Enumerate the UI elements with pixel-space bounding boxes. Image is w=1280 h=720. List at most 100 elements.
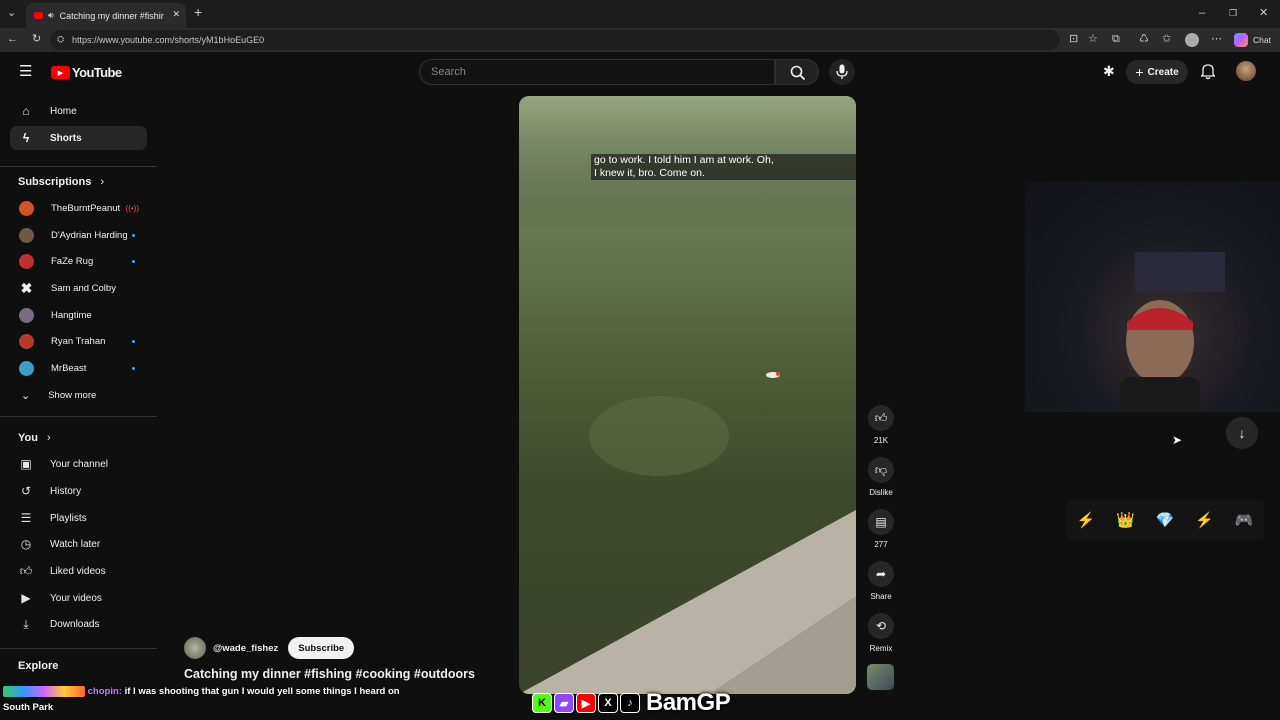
split-screen-icon[interactable]: ⊡ (1069, 34, 1078, 45)
sidebar-divider (0, 166, 157, 167)
plus-icon: + (1135, 64, 1144, 80)
chevron-right-icon: › (47, 432, 51, 444)
remix-action[interactable]: ⟲ Remix (868, 613, 894, 653)
video-icon: ▶ (21, 591, 31, 605)
dislike-label: Dislike (869, 488, 893, 497)
like-count: 21K (873, 436, 889, 445)
search-input[interactable]: Search (419, 59, 775, 85)
close-tab-icon[interactable]: ✕ (172, 9, 180, 20)
subscription-name: FaZe Rug (51, 255, 94, 267)
browser-tab[interactable]: 🔊︎ Catching my dinner #fishing ✕ (26, 3, 186, 28)
subscribe-button[interactable]: Subscribe (288, 637, 355, 659)
subscription-item[interactable]: Ryan Trahan (10, 330, 147, 352)
like-button[interactable]: 👍︎ (868, 405, 894, 431)
tiktok-icon: ♪ (620, 693, 640, 713)
extensions-icon[interactable]: ⧉ (1112, 34, 1120, 45)
voice-search-button[interactable] (829, 59, 855, 85)
sound-thumbnail[interactable] (867, 664, 894, 690)
subscription-item[interactable]: ✖ Sam and Colby (10, 277, 147, 299)
you-heading-label: You (18, 432, 38, 444)
close-window-icon[interactable]: ✕ (1259, 8, 1268, 19)
streamer-brand-bar: K ▰ ▶ X ♪ BamGP (532, 689, 731, 716)
account-avatar[interactable] (1236, 61, 1256, 81)
share-button[interactable]: ➦ (868, 561, 894, 587)
reward-crown-icon[interactable]: 👑 (1116, 511, 1135, 529)
sidebar-item-label: Your channel (50, 458, 109, 470)
sidebar-item-downloads[interactable]: ⤓ Downloads (10, 612, 147, 636)
site-info-icon[interactable]: ⛭ (57, 34, 64, 45)
comment-count: 277 (874, 540, 888, 549)
channel-avatar (19, 253, 34, 269)
sidebar: ⌂ Home ϟ Shorts Subscriptions › TheBurnt… (0, 92, 157, 720)
chat-username: chopin: (87, 686, 122, 697)
subscription-item[interactable]: Hangtime (10, 304, 147, 326)
subscription-item[interactable]: MrBeast (10, 357, 147, 379)
you-heading[interactable]: You › (18, 432, 51, 444)
back-icon[interactable]: ← (7, 34, 18, 45)
shorts-video-player[interactable]: go to work. I told him I am at work. Oh,… (519, 96, 856, 694)
channel-avatar: ✖ (20, 279, 33, 296)
sidebar-item-label: History (50, 485, 82, 497)
profile-avatar[interactable] (1185, 33, 1199, 47)
share-action[interactable]: ➦ Share (868, 561, 894, 601)
explore-heading: Explore (18, 660, 59, 672)
sidebar-item-shorts[interactable]: ϟ Shorts (10, 126, 147, 150)
next-video-button[interactable]: ↓ (1226, 417, 1258, 449)
url-field[interactable]: ⛭ https://www.youtube.com/shorts/yM1bHoE… (50, 30, 1060, 50)
caption-line: I knew it, bro. Come on. (594, 167, 705, 179)
create-button[interactable]: + Create (1126, 60, 1188, 84)
subscriptions-heading[interactable]: Subscriptions › (18, 176, 104, 188)
notifications-icon[interactable] (1201, 64, 1215, 80)
show-more-button[interactable]: ⌄ Show more (10, 384, 147, 406)
dislike-button[interactable]: 👎︎ (868, 457, 894, 483)
maximize-icon[interactable]: ❐ (1229, 8, 1237, 19)
youtube-logo[interactable]: ▶ YouTube (51, 65, 122, 80)
kick-icon: K (532, 693, 552, 713)
video-frame (519, 96, 856, 694)
reward-lightning-icon[interactable]: ⚡ (1076, 511, 1095, 529)
copilot-chat-label[interactable]: Chat (1253, 35, 1271, 45)
twitch-icon: ▰ (554, 693, 574, 713)
reward-gamepad-icon[interactable]: 🎮 (1235, 511, 1254, 529)
reward-lightning-icon[interactable]: ⚡ (1195, 511, 1214, 529)
subscriptions-heading-label: Subscriptions (18, 176, 92, 188)
favorites-bar-icon[interactable]: ✩ (1162, 34, 1171, 45)
sidebar-item-playlists[interactable]: ☰ Playlists (10, 506, 147, 530)
sidebar-item-liked-videos[interactable]: 👍︎ Liked videos (10, 559, 147, 583)
more-menu-icon[interactable]: ⋯ (1211, 34, 1222, 45)
sidebar-item-your-videos[interactable]: ▶ Your videos (10, 586, 147, 610)
channel-rewards-bar[interactable]: ⚡ 👑 💎 ⚡ 🎮 (1066, 500, 1264, 540)
comments-action[interactable]: ▤ 277 (868, 509, 894, 549)
sidebar-item-watch-later[interactable]: ◷ Watch later (10, 532, 147, 556)
subscription-item[interactable]: FaZe Rug (10, 250, 147, 272)
reward-diamond-icon[interactable]: 💎 (1156, 511, 1175, 529)
youtube-create-shortcut-icon[interactable]: ✱ (1103, 64, 1115, 78)
stream-chat-message: chopin: if I was shooting that gun I wou… (3, 684, 403, 716)
minimize-icon[interactable]: – (1199, 8, 1205, 19)
remix-button[interactable]: ⟲ (868, 613, 894, 639)
audio-playing-icon[interactable]: 🔊︎ (48, 10, 54, 21)
create-label: Create (1147, 66, 1179, 78)
copilot-icon[interactable] (1234, 33, 1248, 47)
like-action[interactable]: 👍︎ 21K (868, 405, 894, 445)
reload-icon[interactable]: ↻ (32, 34, 41, 45)
dislike-action[interactable]: 👎︎ Dislike (868, 457, 894, 497)
video-title[interactable]: Catching my dinner #fishing #cooking #ou… (184, 667, 475, 681)
subscription-name: Hangtime (51, 309, 92, 321)
comments-button[interactable]: ▤ (868, 509, 894, 535)
tab-list-icon[interactable]: ⌄ (7, 8, 16, 19)
new-tab-icon[interactable]: + (194, 5, 202, 19)
sidebar-item-history[interactable]: ↺ History (10, 479, 147, 503)
sidebar-item-home[interactable]: ⌂ Home (10, 99, 147, 123)
sidebar-item-your-channel[interactable]: ▣ Your channel (10, 452, 147, 476)
subscription-item[interactable]: TheBurntPeanut ((•)) (10, 197, 147, 219)
search-button[interactable] (775, 59, 819, 85)
subscription-item[interactable]: D'Aydrian Harding (10, 224, 147, 246)
channel-avatar (19, 227, 34, 243)
channel-avatar[interactable] (184, 637, 206, 659)
browser-essentials-icon[interactable]: ♺ (1139, 34, 1149, 45)
favorite-icon[interactable]: ☆ (1088, 34, 1098, 45)
channel-handle[interactable]: @wade_fishez (213, 643, 278, 654)
chevron-down-icon: ⌄ (21, 389, 31, 402)
hamburger-menu-icon[interactable]: ☰ (19, 64, 32, 79)
